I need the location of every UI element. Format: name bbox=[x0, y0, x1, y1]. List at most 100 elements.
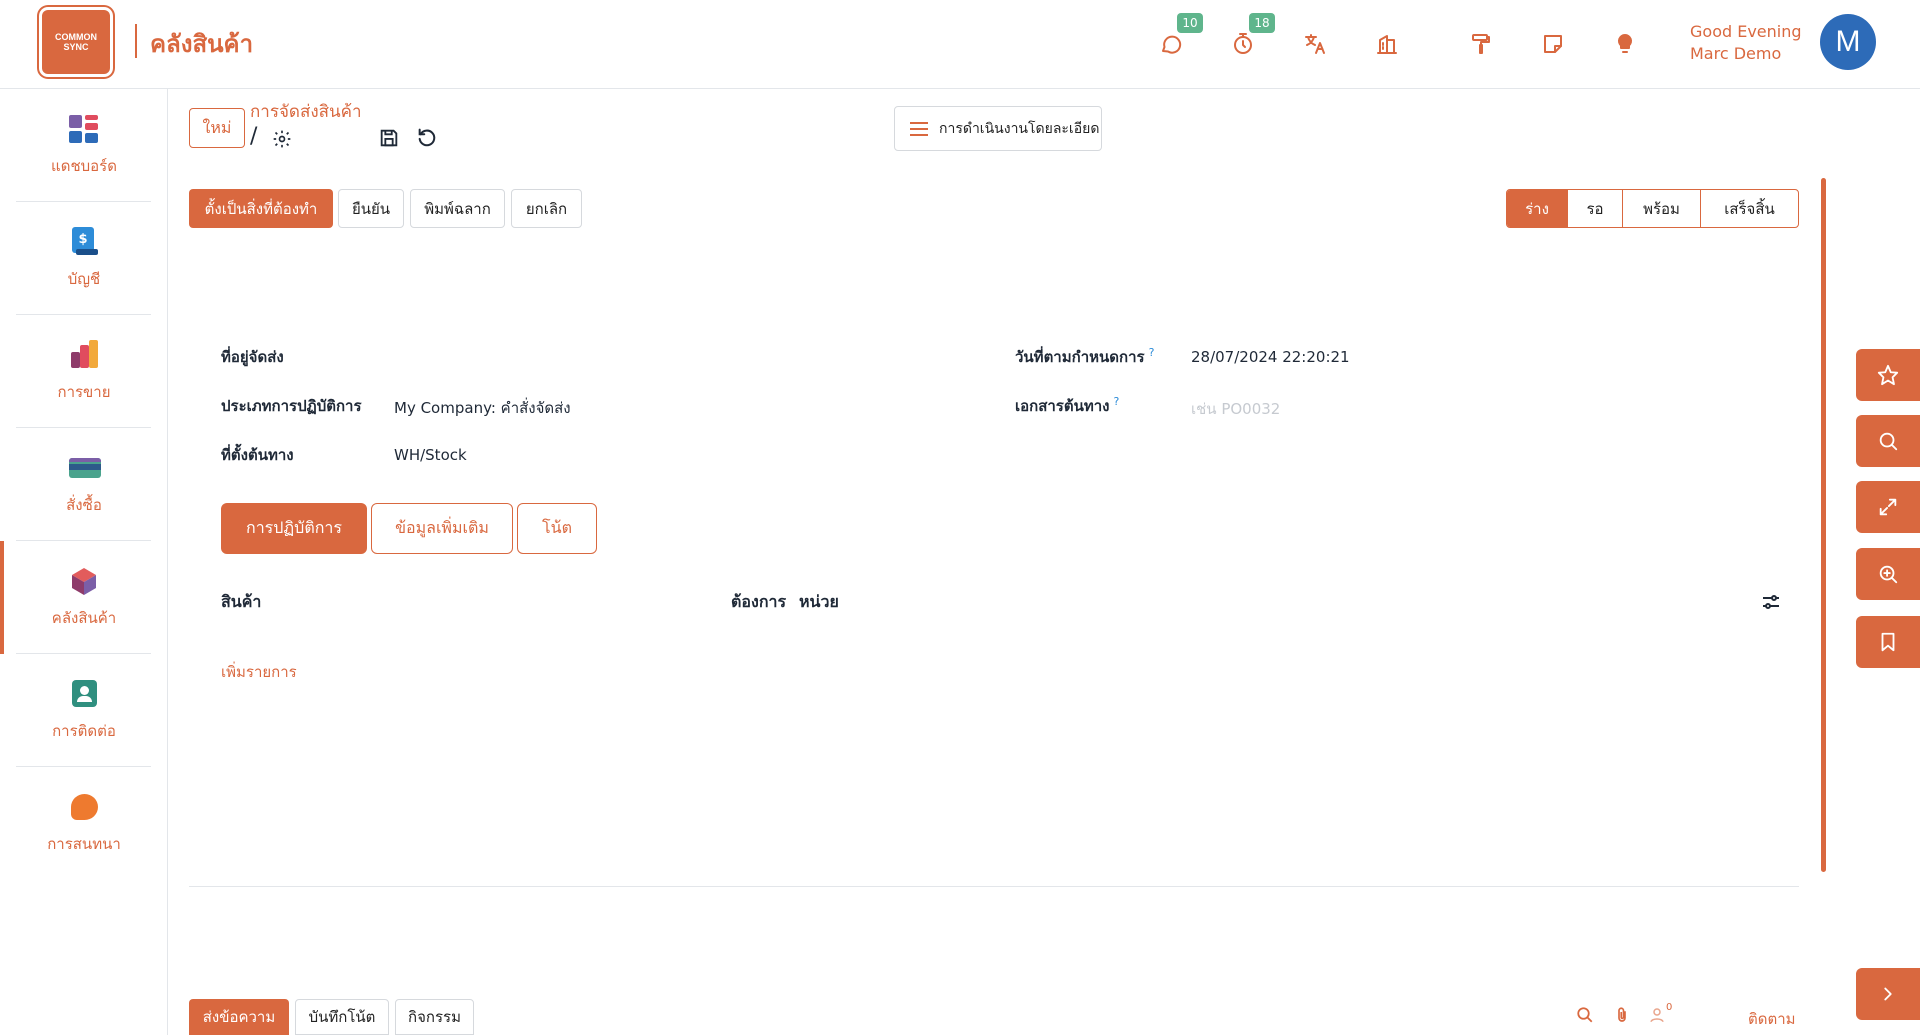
global-search-button[interactable] bbox=[1856, 415, 1920, 467]
chat-bubble-icon bbox=[1162, 35, 1182, 54]
search-messages-button[interactable] bbox=[1576, 1006, 1596, 1026]
attachments-button[interactable] bbox=[1613, 1006, 1633, 1026]
user-icon bbox=[1650, 1008, 1664, 1023]
zoom-button[interactable] bbox=[1856, 548, 1920, 600]
tab-additional-info[interactable]: ข้อมูลเพิ่มเติม bbox=[371, 503, 513, 554]
sticky-note-icon bbox=[1544, 35, 1562, 53]
tab-note[interactable]: โน้ต bbox=[517, 503, 597, 554]
tab-operations[interactable]: การปฏิบัติการ bbox=[221, 503, 367, 554]
source-location-field[interactable]: WH/Stock bbox=[394, 446, 467, 464]
column-header-unit: หน่วย bbox=[799, 592, 839, 611]
sliders-icon bbox=[1763, 595, 1779, 609]
cancel-button[interactable]: ยกเลิก bbox=[511, 189, 582, 228]
operation-type-field[interactable]: My Company: คำสั่งจัดส่ง bbox=[394, 396, 571, 420]
help-icon[interactable]: ? bbox=[1113, 395, 1119, 408]
status-step-ready[interactable]: พร้อม bbox=[1622, 190, 1700, 227]
stopwatch-icon bbox=[1234, 33, 1252, 54]
mark-todo-button[interactable]: ตั้งเป็นสิ่งที่ต้องทำ bbox=[189, 189, 333, 228]
detailed-operations-button[interactable]: การดำเนินงานโดยละเอียด bbox=[894, 106, 1102, 151]
follower-count: 0 bbox=[1666, 1002, 1673, 1013]
operation-type-label: ประเภทการปฏิบัติการ bbox=[221, 397, 362, 415]
bookmark-button[interactable] bbox=[1856, 616, 1920, 668]
breadcrumb-separator: / bbox=[250, 124, 258, 149]
logo-divider bbox=[135, 24, 137, 58]
followers-button[interactable]: 0 bbox=[1648, 1002, 1682, 1026]
print-labels-button[interactable]: พิมพ์ฉลาก bbox=[410, 189, 505, 228]
lightbulb-icon bbox=[1617, 33, 1633, 53]
sidebar-item-sales[interactable]: การขาย bbox=[0, 315, 168, 428]
zoom-in-icon bbox=[1879, 565, 1898, 584]
contacts-icon bbox=[69, 679, 99, 709]
detailed-operations-label: การดำเนินงานโดยละเอียด bbox=[939, 120, 1100, 137]
search-icon bbox=[1879, 432, 1898, 451]
send-message-button[interactable]: ส่งข้อความ bbox=[189, 999, 289, 1035]
sidebar: แดชบอร์ด $ บัญชี การขาย สั่งซื้อ คลังสิน… bbox=[0, 89, 168, 1035]
sidebar-item-dashboard[interactable]: แดชบอร์ด bbox=[0, 89, 168, 202]
theme-button[interactable] bbox=[1467, 30, 1495, 58]
translate-icon bbox=[1305, 34, 1325, 54]
messages-badge: 10 bbox=[1177, 13, 1203, 33]
vertical-scrollbar[interactable] bbox=[1821, 178, 1826, 872]
status-step-done[interactable]: เสร็จสิ้น bbox=[1700, 190, 1798, 227]
translate-button[interactable] bbox=[1301, 30, 1329, 58]
favorite-button[interactable] bbox=[1856, 349, 1920, 401]
sidebar-item-label: การสนทนา bbox=[47, 834, 121, 853]
status-step-draft[interactable]: ร่าง bbox=[1507, 190, 1567, 227]
sidebar-item-accounting[interactable]: $ บัญชี bbox=[0, 202, 168, 315]
log-note-button[interactable]: บันทึกโน้ต bbox=[295, 999, 389, 1035]
sidebar-item-purchase[interactable]: สั่งซื้อ bbox=[0, 428, 168, 541]
user-name: Marc Demo bbox=[1690, 44, 1782, 63]
breadcrumb-parent[interactable]: การจัดส่งสินค้า bbox=[250, 98, 362, 125]
top-bar: COMMON SYNC คลังสินค้า 10 18 Good Evenin… bbox=[0, 0, 1920, 89]
dashboard-icon bbox=[69, 114, 99, 144]
sidebar-item-inventory[interactable]: คลังสินค้า bbox=[0, 541, 168, 654]
scheduled-date-field[interactable]: 28/07/2024 22:20:21 bbox=[1191, 348, 1350, 366]
follow-button[interactable]: ติดตาม bbox=[1748, 1007, 1796, 1031]
messages-button[interactable]: 10 bbox=[1157, 13, 1203, 58]
discard-button[interactable] bbox=[416, 126, 440, 150]
hamburger-menu-icon bbox=[910, 121, 928, 136]
sales-icon bbox=[69, 339, 99, 370]
search-icon bbox=[1577, 1007, 1593, 1023]
company-switch-button[interactable] bbox=[1373, 30, 1401, 58]
tips-button[interactable] bbox=[1611, 30, 1639, 58]
scheduled-date-label-text: วันที่ตามกำหนดการ bbox=[1015, 348, 1145, 366]
status-step-waiting[interactable]: รอ bbox=[1567, 190, 1622, 227]
building-icon bbox=[1377, 35, 1397, 54]
add-line-link[interactable]: เพิ่มรายการ bbox=[221, 660, 297, 684]
save-button[interactable] bbox=[378, 127, 402, 151]
notes-button[interactable] bbox=[1539, 30, 1567, 58]
paint-roller-icon bbox=[1472, 34, 1490, 54]
activities-button[interactable]: กิจกรรม bbox=[395, 999, 474, 1035]
logo-text-line1: COMMON bbox=[55, 32, 97, 42]
save-disk-icon bbox=[380, 129, 398, 147]
bookmark-icon bbox=[1881, 632, 1895, 652]
source-location-label: ที่ตั้งต้นทาง bbox=[221, 446, 294, 464]
source-document-input[interactable]: เช่น PO0032 bbox=[1191, 397, 1280, 421]
accounting-icon: $ bbox=[69, 226, 99, 257]
greeting-text: Good Evening bbox=[1690, 22, 1802, 41]
activities-button[interactable]: 18 bbox=[1229, 13, 1275, 58]
expand-panel-button[interactable] bbox=[1856, 968, 1920, 1020]
chevron-right-icon bbox=[1884, 987, 1892, 1001]
greeting: Good Evening Marc Demo bbox=[1690, 21, 1802, 65]
paperclip-icon bbox=[1618, 1007, 1626, 1022]
optional-columns-button[interactable] bbox=[1762, 593, 1782, 613]
sidebar-item-label: แดชบอร์ด bbox=[51, 156, 117, 175]
column-header-demand: ต้องการ bbox=[731, 592, 787, 611]
fullscreen-button[interactable] bbox=[1856, 481, 1920, 533]
sidebar-item-contacts[interactable]: การติดต่อ bbox=[0, 654, 168, 767]
gear-icon bbox=[273, 130, 291, 148]
settings-gear-button[interactable] bbox=[272, 129, 294, 151]
activities-badge: 18 bbox=[1249, 13, 1275, 33]
company-logo[interactable]: COMMON SYNC bbox=[42, 10, 110, 74]
sidebar-item-label: คลังสินค้า bbox=[51, 608, 117, 627]
new-button[interactable]: ใหม่ bbox=[189, 108, 245, 148]
help-icon[interactable]: ? bbox=[1149, 346, 1155, 359]
sidebar-item-label: การติดต่อ bbox=[52, 721, 116, 740]
avatar[interactable]: M bbox=[1820, 14, 1876, 70]
sidebar-item-discuss[interactable]: การสนทนา bbox=[0, 767, 168, 880]
validate-button[interactable]: ยืนยัน bbox=[338, 189, 404, 228]
form-bottom-divider bbox=[189, 886, 1799, 887]
expand-arrows-icon bbox=[1879, 498, 1897, 516]
